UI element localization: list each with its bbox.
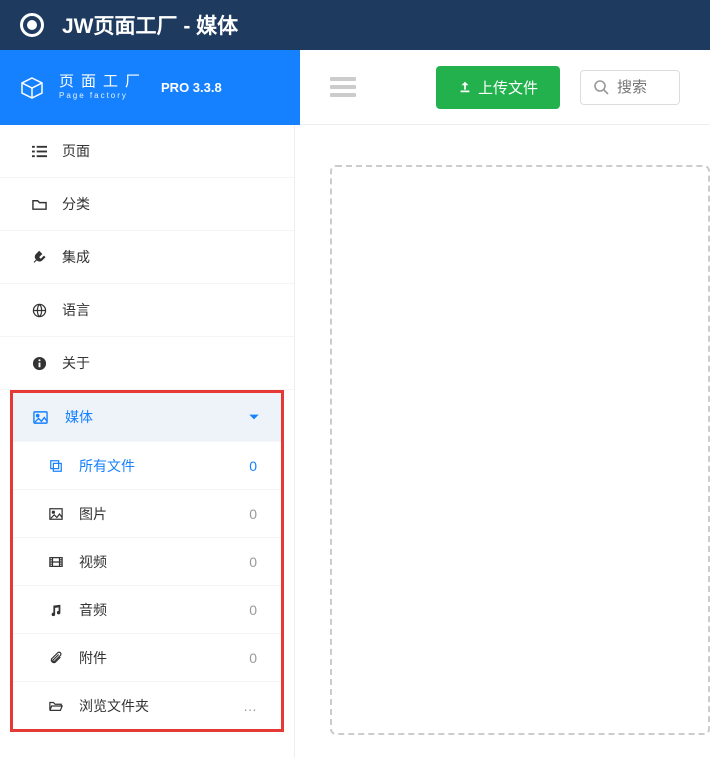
sidebar-item-label: 语言 (62, 300, 264, 320)
sidebar-item-media[interactable]: 媒体 (13, 393, 281, 441)
film-icon (49, 555, 67, 569)
media-item-label: 所有文件 (79, 456, 249, 476)
media-item-label: 图片 (79, 504, 249, 524)
media-item-label: 浏览文件夹 (79, 696, 243, 716)
sidebar-item-label: 分类 (62, 194, 264, 214)
image-icon (33, 410, 51, 425)
copy-icon (49, 459, 67, 473)
media-item-count: 0 (249, 554, 261, 570)
info-icon (30, 356, 48, 371)
media-item-label: 视频 (79, 552, 249, 572)
music-icon (49, 603, 67, 617)
sidebar-item-label: 集成 (62, 247, 264, 267)
upload-label: 上传文件 (478, 77, 538, 98)
folder-icon (30, 197, 48, 212)
media-item-count: … (243, 698, 261, 714)
folder-open-icon (49, 699, 67, 713)
media-item-count: 0 (249, 458, 261, 474)
media-item-audio[interactable]: 音频 0 (13, 585, 281, 633)
search-box[interactable] (580, 70, 680, 105)
image-icon (49, 507, 67, 521)
sidebar-item-label: 页面 (62, 141, 264, 161)
brand-logo-area[interactable]: 页面工厂 Page factory PRO 3.3.8 (0, 50, 300, 125)
sidebar-item-integration[interactable]: 集成 (0, 231, 294, 284)
paperclip-icon (49, 651, 67, 665)
upload-dropzone[interactable] (330, 165, 710, 735)
media-item-images[interactable]: 图片 0 (13, 489, 281, 537)
app-header: JW页面工厂 - 媒体 (0, 0, 710, 50)
toolbar: 上传文件 (300, 50, 710, 125)
upload-button[interactable]: 上传文件 (436, 66, 560, 109)
media-item-count: 0 (249, 602, 261, 618)
content-area (295, 125, 710, 758)
brand-name-cn: 页面工厂 (59, 74, 147, 91)
media-item-all-files[interactable]: 所有文件 0 (13, 441, 281, 489)
brand-bar: 页面工厂 Page factory PRO 3.3.8 上传文件 (0, 50, 710, 125)
sidebar-item-about[interactable]: 关于 (0, 337, 294, 390)
sidebar-item-label: 关于 (62, 353, 264, 373)
brand-text: 页面工厂 Page factory PRO 3.3.8 (59, 74, 222, 101)
menu-toggle-icon[interactable] (330, 77, 356, 97)
globe-icon (30, 303, 48, 318)
media-item-browse-folders[interactable]: 浏览文件夹 … (13, 681, 281, 729)
search-icon (593, 79, 609, 95)
media-item-label: 音频 (79, 600, 249, 620)
media-item-label: 附件 (79, 648, 249, 668)
brand-name-en: Page factory (59, 92, 147, 101)
sidebar: 页面 分类 集成 语言 关于 (0, 125, 295, 758)
radio-icon (20, 13, 44, 37)
list-icon (30, 144, 48, 159)
media-item-videos[interactable]: 视频 0 (13, 537, 281, 585)
media-item-count: 0 (249, 650, 261, 666)
media-header-label: 媒体 (65, 407, 247, 427)
search-input[interactable] (617, 79, 667, 96)
chevron-down-icon (247, 410, 261, 424)
sidebar-item-pages[interactable]: 页面 (0, 125, 294, 178)
cube-icon (20, 76, 44, 100)
plug-icon (30, 250, 48, 265)
upload-icon (458, 80, 472, 94)
media-item-count: 0 (249, 506, 261, 522)
media-item-attachments[interactable]: 附件 0 (13, 633, 281, 681)
brand-version: PRO 3.3.8 (161, 80, 222, 95)
sidebar-media-section: 媒体 所有文件 0 图片 0 (10, 390, 284, 732)
sidebar-item-categories[interactable]: 分类 (0, 178, 294, 231)
page-title: JW页面工厂 - 媒体 (62, 10, 238, 40)
sidebar-item-language[interactable]: 语言 (0, 284, 294, 337)
